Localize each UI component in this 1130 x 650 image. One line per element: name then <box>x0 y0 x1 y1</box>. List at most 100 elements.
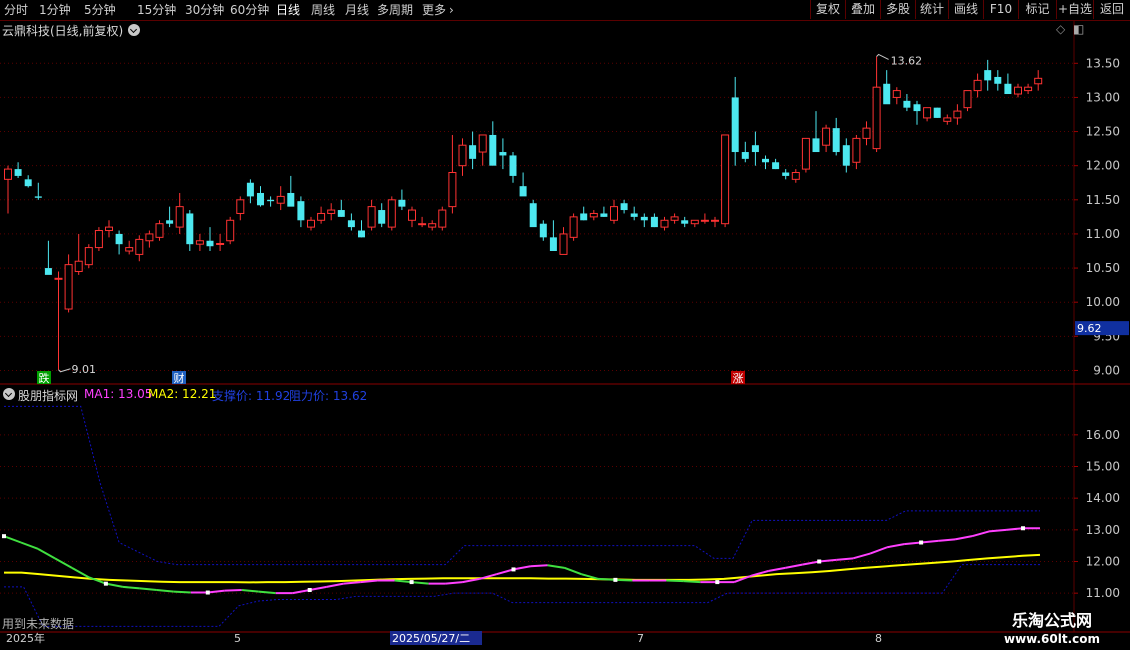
ma1-segment <box>258 590 276 595</box>
candle-body <box>569 216 578 238</box>
ma1-segment <box>496 568 514 576</box>
candle-body <box>458 144 467 167</box>
ma1-value: MA1: 13.05 <box>84 387 153 401</box>
candle-body <box>418 223 427 226</box>
ma1-segment <box>156 589 174 593</box>
candle-body <box>903 100 911 108</box>
indicator-tick-label: 16.00 <box>1086 428 1120 442</box>
candle-body <box>4 168 12 180</box>
ma1-segment <box>547 564 565 569</box>
candle-body <box>741 152 749 159</box>
candle-body <box>762 158 769 163</box>
support-price: 支撑价: 11.92 <box>212 389 291 403</box>
ma1-segment <box>207 589 225 594</box>
ma1-segment <box>886 543 905 549</box>
indicator-name: 股朋指标网 <box>18 389 79 403</box>
ma1-segment <box>411 581 429 585</box>
ma1-segment <box>122 585 140 590</box>
upper-band-line <box>4 405 1040 566</box>
ma1-segment <box>785 563 803 569</box>
diamond-icon[interactable]: ◇ <box>1056 22 1065 36</box>
candle-body <box>347 220 355 228</box>
candle-body <box>660 219 669 228</box>
candle-body <box>206 240 214 247</box>
candle-body <box>24 179 32 187</box>
ma1-segment <box>768 566 786 572</box>
ma1-segment <box>71 566 90 579</box>
ma1-segment <box>615 578 633 582</box>
price-tick-label: 13.50 <box>1086 56 1120 70</box>
candle-body <box>155 223 164 238</box>
ma1-segment <box>819 558 837 563</box>
current-price-label: 9.62 <box>1077 322 1102 335</box>
candle-body <box>195 240 204 245</box>
date-axis-label: 7 <box>637 632 644 645</box>
candle-body <box>549 237 557 251</box>
candle-body <box>84 247 93 266</box>
date-axis-label: 5 <box>234 632 241 645</box>
candle-body <box>175 206 184 228</box>
candle-body <box>378 210 386 224</box>
price-tick-label: 11.00 <box>1086 227 1120 241</box>
candle-body <box>782 172 790 176</box>
ma1-segment <box>326 582 344 588</box>
candle-body <box>883 83 891 105</box>
candle-body <box>317 212 326 221</box>
ma1-node <box>103 581 108 586</box>
stock-chart[interactable]: 13.50 13.00 12.50 12.00 11.50 11.00 10.50 10.00… <box>0 0 1130 650</box>
candle-body <box>44 268 52 275</box>
ma1-node <box>205 590 210 595</box>
ma1-segment <box>139 587 157 591</box>
candle-body <box>933 107 941 118</box>
candle-body <box>670 216 679 221</box>
date-axis-label: 2025年 <box>6 631 45 645</box>
chevron-down-icon[interactable] <box>128 24 140 36</box>
candle-body <box>489 134 497 166</box>
ma1-segment <box>173 590 191 594</box>
indicator-tick-label: 12.00 <box>1086 555 1120 569</box>
candle-body <box>529 203 537 228</box>
svg-text:乐淘公式网: 乐淘公式网 <box>1012 611 1092 630</box>
candle-body <box>478 134 487 153</box>
candle-body <box>236 199 245 214</box>
ma1-segment <box>564 566 582 576</box>
ma1-segment <box>683 580 701 584</box>
candle-body <box>105 226 113 232</box>
candle-body <box>589 212 598 218</box>
ma1-segment <box>241 589 259 593</box>
candle-body <box>1004 83 1012 95</box>
candle-body <box>216 242 225 245</box>
ma1-segment <box>224 589 242 592</box>
candle-body <box>14 169 22 176</box>
candle-body <box>731 97 739 153</box>
date-axis-label: 2025/05/27/二 <box>392 632 470 645</box>
ma1-segment <box>37 547 56 560</box>
indicator-menu-icon[interactable] <box>3 388 15 400</box>
high-arrow <box>876 53 889 60</box>
candle-body <box>812 138 820 153</box>
candle-body <box>610 206 618 221</box>
candle-body <box>186 213 194 245</box>
lower-band-line <box>4 564 1040 627</box>
ma1-segment <box>462 577 480 584</box>
candle-body <box>408 209 416 221</box>
high-price-label: 13.62 <box>891 54 923 67</box>
candle-body <box>145 233 154 242</box>
ma1-segment <box>598 577 616 581</box>
candle-body <box>630 213 638 217</box>
candle-body <box>963 90 972 109</box>
candle-body <box>428 223 437 228</box>
candle-body <box>994 76 1002 84</box>
low-price-label: 9.01 <box>72 363 97 376</box>
ma1-segment <box>954 535 973 541</box>
candle-body <box>276 195 285 204</box>
panel-toggle-icon[interactable]: ◧ <box>1073 22 1084 36</box>
candle-body <box>681 220 689 224</box>
candle-body <box>943 117 952 122</box>
ma1-node <box>1021 526 1026 531</box>
candle-body <box>953 110 962 119</box>
ma1-segment <box>988 528 1007 533</box>
ma1-node <box>2 534 6 539</box>
ma1-node <box>919 540 924 545</box>
candle-body <box>287 192 295 207</box>
